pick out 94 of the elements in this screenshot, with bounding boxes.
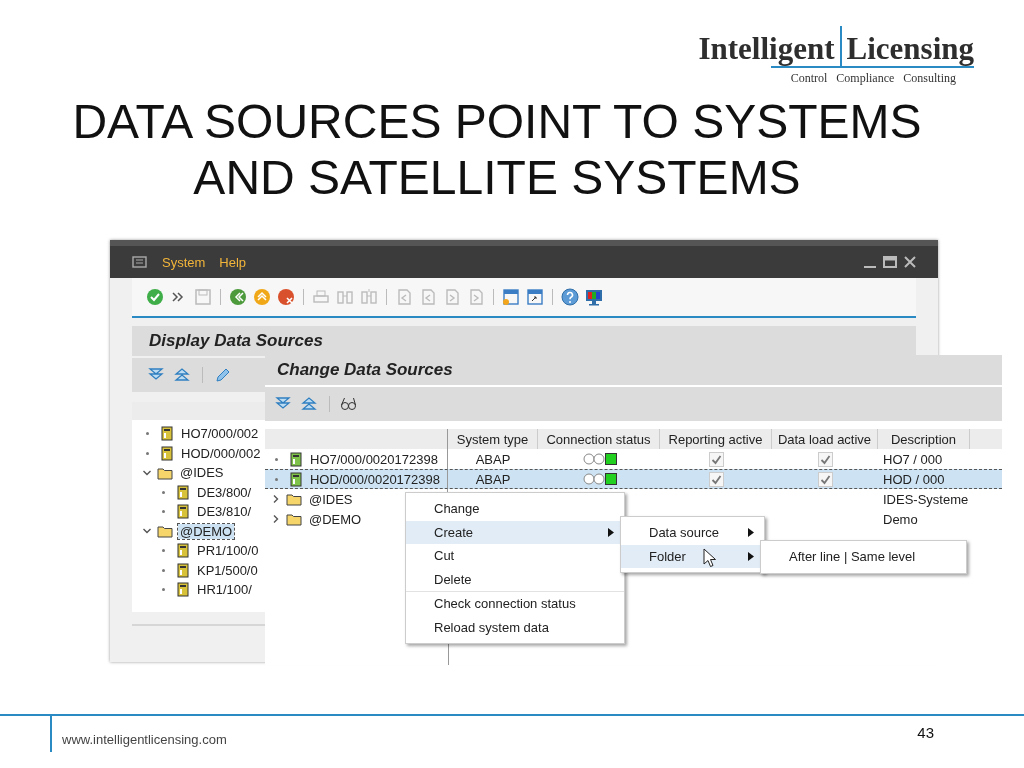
collapse-all-icon[interactable] [174, 366, 192, 384]
tree-item[interactable]: HO7/000/0020172398 [308, 451, 440, 467]
bullet-icon [275, 457, 278, 461]
status-light-off-icon [582, 453, 605, 465]
bullet-icon [162, 568, 165, 572]
table-cell: Demo [883, 511, 918, 527]
logo-tagline: Consulting [903, 71, 956, 86]
bullet-icon [162, 549, 165, 553]
table-cell: HOD / 000 [883, 471, 945, 487]
chevron-right-icon[interactable] [271, 494, 281, 504]
server-icon [176, 562, 190, 578]
selected-row[interactable]: HOD/000/0020172398 ABAP HOD / 000 [265, 469, 1002, 489]
page-number: 43 [917, 724, 934, 743]
menu-bar-item[interactable]: System [162, 254, 206, 270]
table-cell: ABAP [475, 451, 511, 467]
panel-title: Change Data Sources [265, 355, 1002, 387]
folder-icon [286, 492, 302, 506]
server-icon [176, 543, 190, 559]
server-icon [176, 484, 190, 500]
checkbox[interactable] [708, 471, 724, 487]
column-header[interactable]: Description [878, 429, 970, 449]
tree-item[interactable]: HO7/000/002 [179, 426, 261, 442]
bullet-icon [146, 432, 149, 436]
submenu-arrow-icon [608, 527, 614, 537]
column-header[interactable]: Connection status [538, 429, 660, 449]
checkbox[interactable] [708, 451, 724, 467]
tree-item[interactable]: HOD/000/002 [179, 445, 263, 461]
shortcut-icon[interactable] [526, 288, 544, 306]
table-cell: ABAP [475, 471, 511, 487]
folder-icon [286, 512, 302, 526]
logo-tagline: Control [790, 71, 828, 86]
new-window-icon[interactable] [502, 288, 520, 306]
tree-item[interactable]: HR1/100/ [195, 582, 254, 598]
footer-url: www.intelligentlicensing.com [62, 732, 227, 749]
chevron-right-icon[interactable] [271, 514, 281, 524]
menu-bar-item[interactable]: Help [219, 254, 247, 270]
server-icon [176, 582, 190, 598]
submenu-arrow-icon [748, 528, 754, 538]
column-header[interactable]: Reporting active [660, 429, 772, 449]
menu-item[interactable]: Check connection status [406, 592, 624, 616]
checkbox[interactable] [817, 471, 833, 487]
bullet-icon [162, 490, 165, 494]
menu-item[interactable]: Data source [621, 521, 764, 545]
panel-title: Display Data Sources [132, 326, 916, 356]
menu-icon[interactable] [132, 254, 148, 270]
menu-item[interactable]: After line | Same level [761, 545, 966, 569]
menu-item[interactable]: Reload system data [406, 615, 624, 639]
tree-item[interactable]: KP1/500/0 [195, 562, 260, 578]
tree-item[interactable]: HOD/000/0020172398 [307, 471, 442, 487]
server-icon [176, 504, 190, 520]
menu-item[interactable]: Change [406, 497, 624, 521]
logo-text: Licensing [846, 32, 974, 66]
menu-item[interactable]: Delete [406, 567, 624, 591]
cancel-icon[interactable] [277, 288, 295, 306]
table-cell: HO7 / 000 [883, 451, 943, 467]
tree-item[interactable]: @IDES [178, 465, 226, 481]
server-icon [288, 471, 303, 487]
exit-icon[interactable] [253, 288, 271, 306]
bullet-icon [162, 510, 165, 514]
close-icon[interactable] [902, 254, 918, 270]
table-cell: IDES-Systeme [883, 491, 969, 507]
server-icon [160, 445, 174, 461]
bullet-icon [275, 477, 278, 481]
folder-icon [157, 465, 173, 480]
monitor-icon[interactable] [585, 288, 603, 306]
bullet-icon [162, 588, 165, 592]
tree-item[interactable]: DE3/810/ [195, 504, 254, 520]
slide-title: DATA SOURCES POINT TO SYSTEMS [72, 94, 922, 150]
help-icon[interactable] [561, 288, 579, 306]
server-icon [160, 426, 174, 442]
tree-item[interactable]: @IDES [307, 491, 355, 507]
folder-icon [157, 524, 173, 539]
ok-icon[interactable] [146, 288, 164, 306]
tree-item[interactable]: @DEMO [178, 523, 235, 539]
logo-tagline: Compliance [836, 71, 895, 86]
column-header[interactable]: Data load active [772, 429, 878, 449]
tree-item[interactable]: @DEMO [307, 511, 364, 527]
submenu-arrow-icon [748, 551, 754, 561]
status-light-off-icon [582, 473, 605, 485]
column-header[interactable]: System type [448, 429, 538, 449]
mouse-pointer-icon [703, 547, 717, 568]
tree-item[interactable]: DE3/800/ [195, 484, 254, 500]
collapse-all-icon[interactable] [301, 395, 319, 413]
maximize-icon[interactable] [882, 254, 898, 270]
logo-text: Intelligent [698, 32, 835, 66]
menu-item[interactable]: Cut [406, 544, 624, 568]
checkbox[interactable] [817, 451, 833, 467]
slide-title: AND SATELLITE SYSTEMS [193, 150, 801, 206]
pencil-icon[interactable] [213, 366, 231, 384]
bullet-icon [146, 451, 149, 455]
tree-item[interactable]: PR1/100/0 [195, 543, 261, 559]
back-icon[interactable] [229, 288, 247, 306]
glasses-icon[interactable] [340, 395, 358, 413]
server-icon [289, 451, 303, 467]
